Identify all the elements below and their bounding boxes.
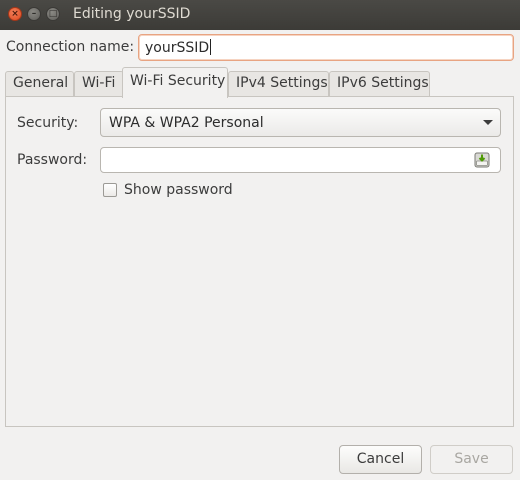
password-label: Password: [17, 152, 88, 168]
password-storage-icon[interactable] [474, 152, 490, 168]
security-label: Security: [17, 115, 79, 131]
cancel-button[interactable]: Cancel [339, 445, 422, 474]
tab-ipv6-settings[interactable]: IPv6 Settings [329, 71, 430, 97]
window-title: Editing yourSSID [73, 6, 191, 22]
close-window-button[interactable]: × [8, 7, 22, 21]
tab-general[interactable]: General [5, 71, 74, 97]
save-button[interactable]: Save [430, 445, 513, 474]
connection-name-label: Connection name: [6, 39, 135, 55]
tab-wifi-security[interactable]: Wi-Fi Security [122, 67, 228, 98]
tab-wifi[interactable]: Wi-Fi [74, 71, 124, 97]
wifi-security-panel [5, 96, 514, 427]
security-dropdown[interactable]: WPA & WPA2 Personal [100, 108, 501, 137]
password-input[interactable] [100, 147, 501, 173]
show-password-checkbox[interactable] [103, 183, 117, 197]
connection-name-value: yourSSID [145, 40, 210, 56]
show-password-label[interactable]: Show password [124, 182, 233, 198]
dropdown-arrow-icon [483, 120, 493, 125]
maximize-window-button[interactable]: □ [46, 7, 60, 21]
minimize-window-button[interactable]: – [27, 7, 41, 21]
security-selected-value: WPA & WPA2 Personal [109, 115, 264, 131]
tab-ipv4-settings[interactable]: IPv4 Settings [228, 71, 329, 97]
connection-name-input[interactable]: yourSSID [138, 34, 514, 61]
text-cursor [210, 39, 212, 55]
window-titlebar: × – □ Editing yourSSID [0, 0, 520, 30]
